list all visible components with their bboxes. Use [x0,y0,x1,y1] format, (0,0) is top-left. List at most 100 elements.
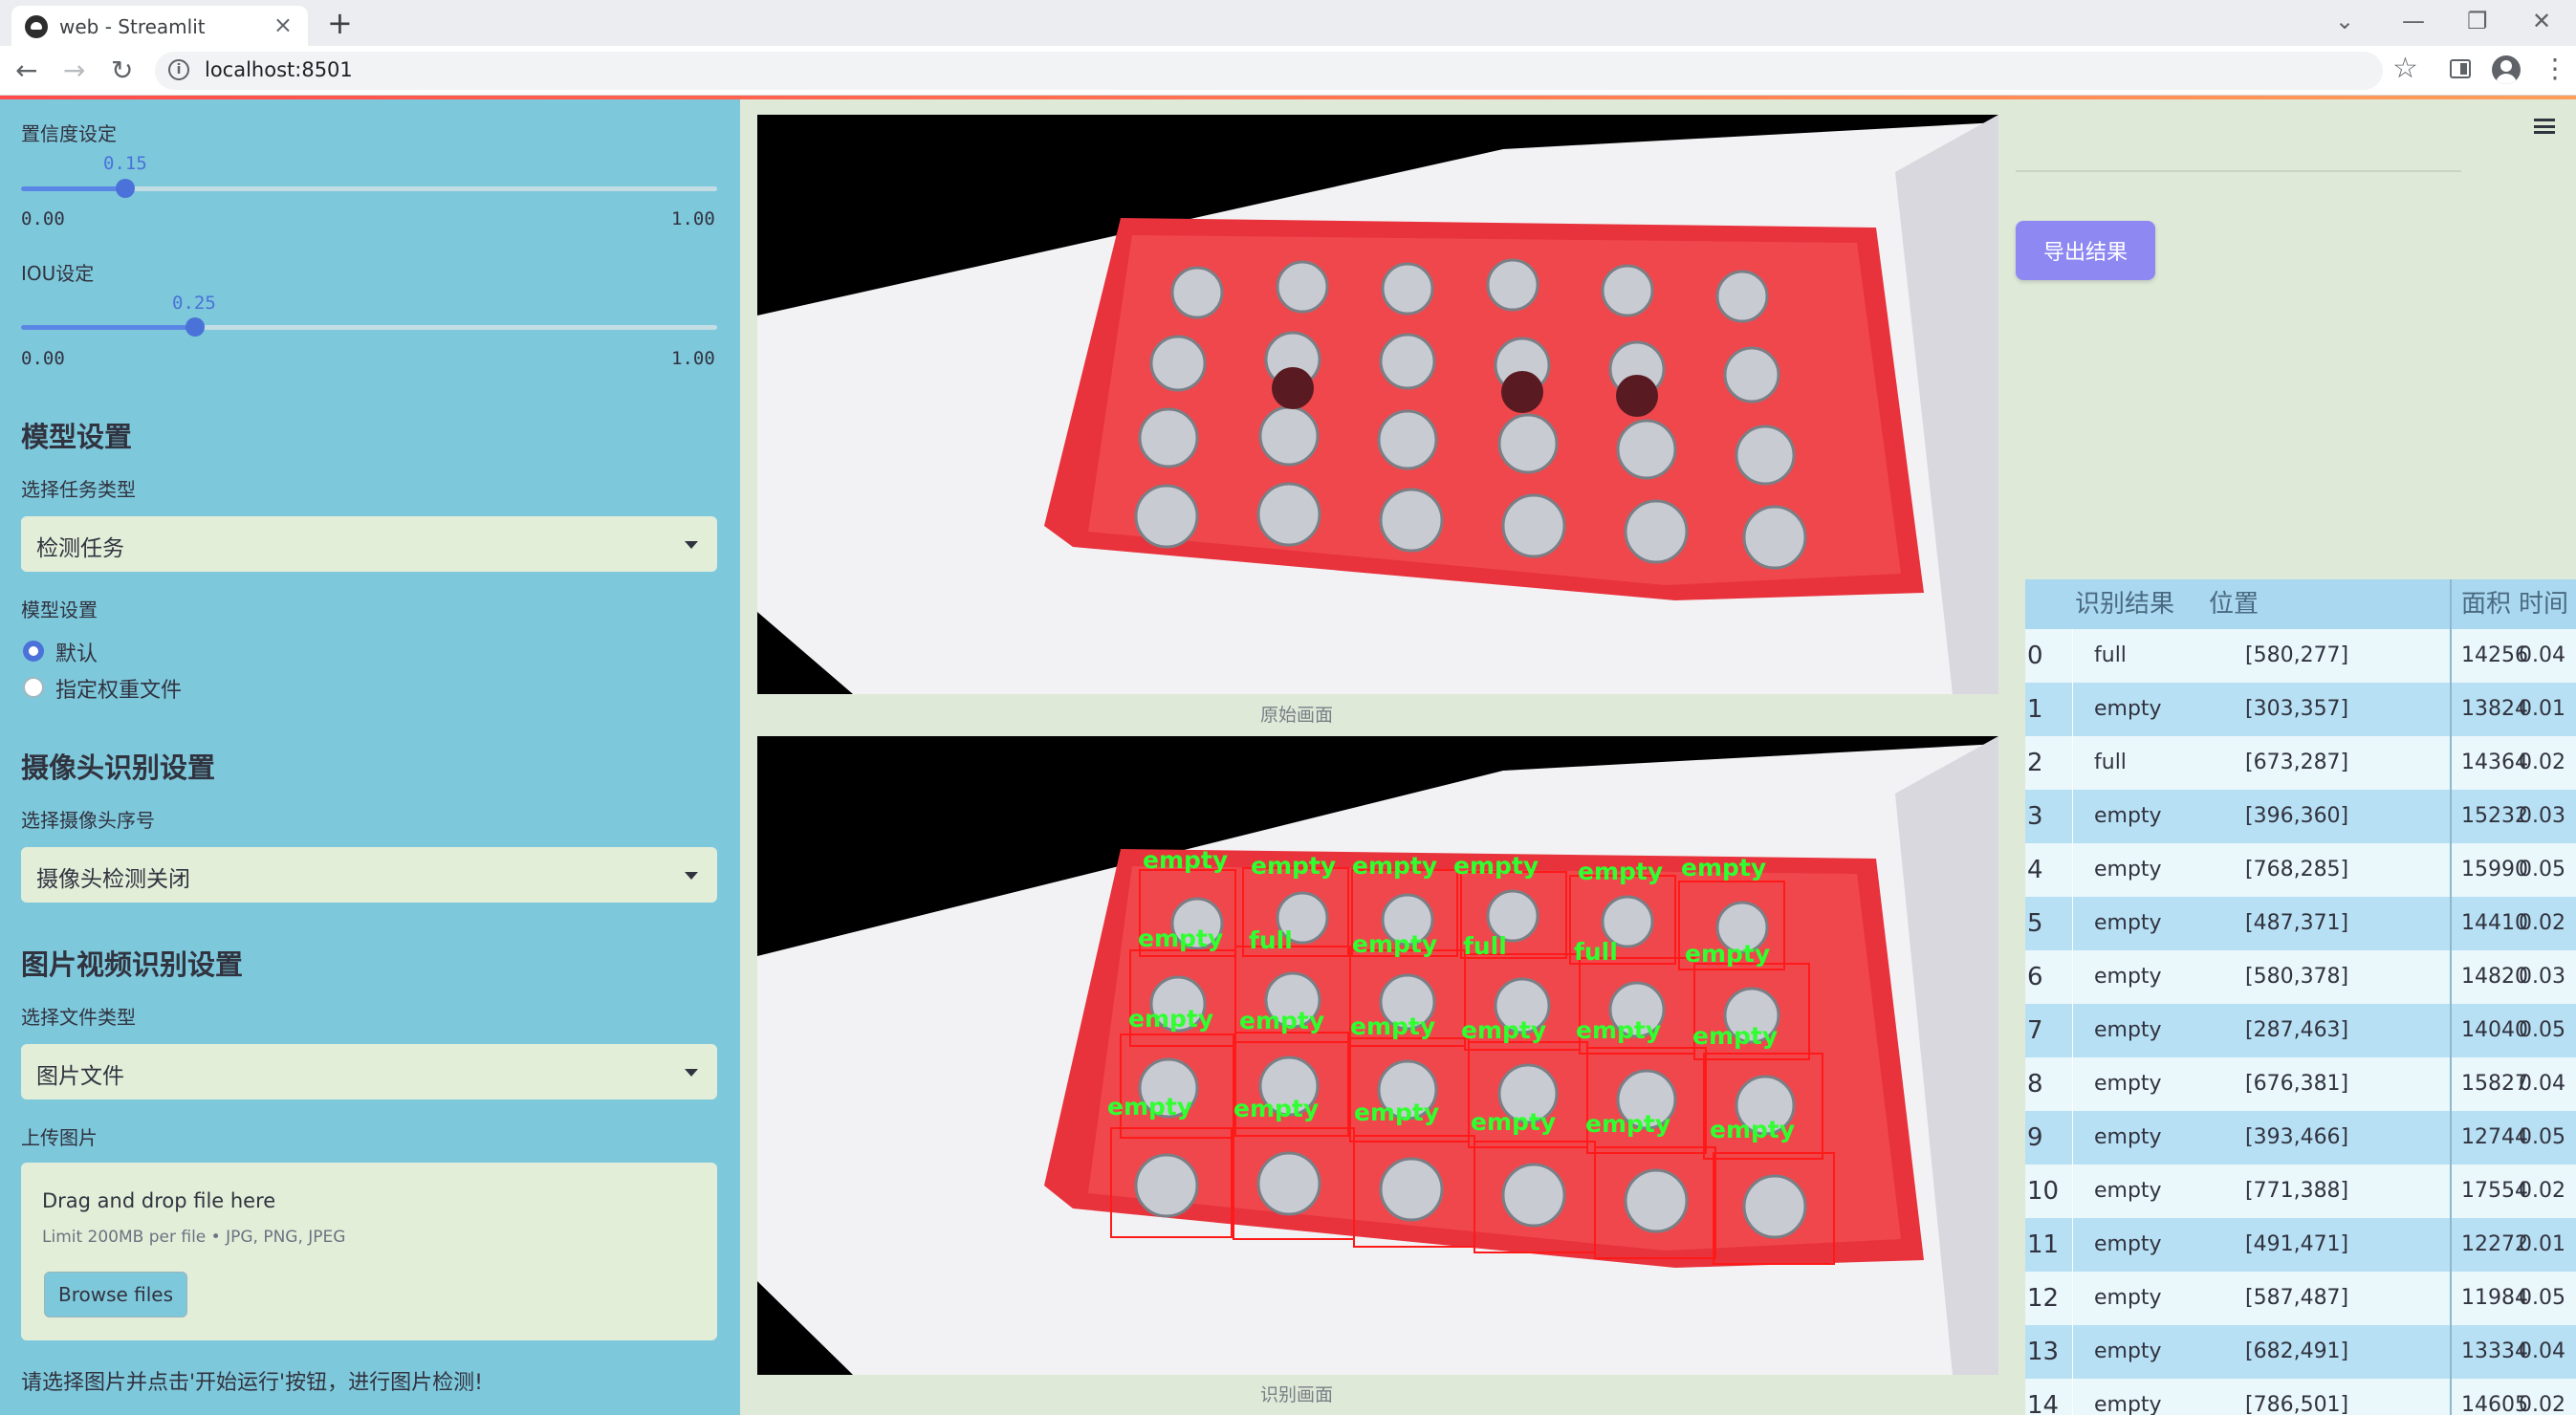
detection-label: empty [1692,1022,1778,1050]
table-row[interactable]: 1 empty [303,357] 13824 0.01 [2025,683,2576,736]
header-position[interactable]: 位置 [2209,579,2259,633]
forward-arrow-icon[interactable]: → [63,55,85,86]
table-row[interactable]: 10 empty [771,388] 17554 0.02 [2025,1165,2576,1218]
restore-icon[interactable]: ❐ [2467,8,2488,34]
upload-label: 上传图片 [21,1126,98,1149]
new-tab-icon[interactable]: + [327,6,353,40]
detection-label: empty [1710,1116,1795,1143]
detection-label: empty [1239,1007,1324,1034]
table-row[interactable]: 7 empty [287,463] 14040 0.05 [2025,1004,2576,1057]
table-row[interactable]: 5 empty [487,371] 14410 0.02 [2025,897,2576,950]
close-tab-icon[interactable]: × [273,11,293,38]
site-info-icon[interactable]: i [168,59,189,80]
address-bar[interactable]: i localhost:8501 [155,52,2383,90]
table-row[interactable]: 3 empty [396,360] 15232 0.03 [2025,790,2576,843]
task-type-select[interactable]: 检测任务 [21,516,717,572]
detection-label: full [1463,932,1507,960]
row-result: full [2094,643,2127,667]
row-index: 14 [2025,1379,2073,1415]
detection-label: empty [1352,852,1437,880]
iou-slider-thumb[interactable] [186,317,205,337]
row-result: full [2094,751,2127,774]
detection-label: empty [1578,858,1663,885]
tab-title: web - Streamlit [59,15,206,38]
media-settings-heading: 图片视频识别设置 [21,948,244,981]
bookmark-star-icon[interactable]: ☆ [2392,54,2418,84]
row-area: 15990 [2450,843,2528,897]
profile-avatar-icon[interactable] [2492,55,2521,84]
header-time[interactable]: 时间 [2519,579,2568,633]
export-results-button[interactable]: 导出结果 [2016,221,2155,280]
detection-label: empty [1143,846,1228,874]
crate-graphic [1044,218,1924,600]
original-photo-svg [757,115,1998,694]
hamburger-menu-icon[interactable] [2534,119,2555,134]
row-result: empty [2094,1232,2162,1256]
row-index: 1 [2025,683,2073,736]
confidence-slider-thumb[interactable] [116,179,136,198]
row-time: 0.02 [2519,911,2565,935]
row-result: empty [2094,965,2162,989]
row-area: 13824 [2450,683,2528,736]
row-result: empty [2094,858,2162,882]
back-arrow-icon[interactable]: ← [15,55,37,86]
dropzone-limit: Limit 200MB per file • JPG, PNG, JPEG [42,1228,346,1247]
row-position: [580,378] [2245,965,2349,989]
table-row[interactable]: 9 empty [393,466] 12744 0.05 [2025,1111,2576,1165]
row-time: 0.05 [2519,1125,2565,1149]
radio-default-label: 默认 [55,642,98,666]
browser-tab-bar: web - Streamlit × + ⌄ — ❐ ✕ [0,0,2576,46]
table-header-row: 识别结果 位置 面积 时间 [2025,579,2576,633]
row-position: [491,471] [2245,1232,2349,1256]
confidence-label: 置信度设定 [21,122,117,145]
table-row[interactable]: 11 empty [491,471] 12272 0.01 [2025,1218,2576,1272]
iou-value: 0.25 [172,293,216,314]
row-index: 3 [2025,790,2073,843]
tab-search-chevron-icon[interactable]: ⌄ [2335,8,2354,34]
detection-image-caption: 识别画面 [1260,1384,1334,1405]
radio-custom-label: 指定权重文件 [55,679,183,703]
minimize-icon[interactable]: — [2402,8,2425,34]
row-result: empty [2094,804,2162,828]
table-row[interactable]: 8 empty [676,381] 15827 0.04 [2025,1057,2576,1111]
reload-icon[interactable]: ↻ [111,55,133,86]
camera-select-value: 摄像头检测关闭 [36,867,190,892]
file-uploader-dropzone[interactable]: Drag and drop file here Limit 200MB per … [21,1163,717,1340]
confidence-slider[interactable] [21,179,717,198]
side-panel-icon[interactable] [2450,59,2471,78]
radio-checked-icon[interactable] [23,641,44,662]
row-position: [396,360] [2245,804,2349,828]
row-time: 0.04 [2519,1339,2565,1363]
table-row[interactable]: 14 empty [786,501] 14605 0.02 [2025,1379,2576,1415]
streamlit-favicon-icon [25,15,48,38]
detection-photo-svg: empty empty empty empty empty empty empt… [757,736,1998,1375]
radio-unchecked-icon[interactable] [23,677,44,698]
file-type-label: 选择文件类型 [21,1006,136,1029]
row-area: 15232 [2450,790,2528,843]
camera-select[interactable]: 摄像头检测关闭 [21,847,717,903]
file-type-value: 图片文件 [36,1064,124,1089]
row-time: 0.04 [2519,643,2565,667]
table-row[interactable]: 6 empty [580,378] 14820 0.03 [2025,950,2576,1004]
table-row[interactable]: 2 full [673,287] 14364 0.02 [2025,736,2576,790]
detection-label: empty [1107,1093,1192,1121]
iou-slider[interactable] [21,317,717,337]
row-area: 12744 [2450,1111,2528,1165]
detection-label: full [1249,926,1293,954]
results-table[interactable]: 识别结果 位置 面积 时间 0 full [580,277] 14256 0.04 1 em… [2025,579,2576,1415]
row-index: 7 [2025,1004,2073,1057]
table-row[interactable]: 0 full [580,277] 14256 0.04 [2025,629,2576,683]
table-row[interactable]: 13 empty [682,491] 13334 0.04 [2025,1325,2576,1379]
table-row[interactable]: 4 empty [768,285] 15990 0.05 [2025,843,2576,897]
row-area: 17554 [2450,1165,2528,1218]
header-area[interactable]: 面积 [2450,579,2511,633]
browser-menu-icon[interactable]: ⋮ [2542,54,2568,84]
browser-tab[interactable]: web - Streamlit × [11,6,308,46]
file-type-select[interactable]: 图片文件 [21,1044,717,1099]
table-row[interactable]: 12 empty [587,487] 11984 0.05 [2025,1272,2576,1325]
detection-label: empty [1585,1110,1670,1138]
row-area: 15827 [2450,1057,2528,1111]
browse-files-button[interactable]: Browse files [44,1272,187,1317]
header-result[interactable]: 识别结果 [2075,579,2174,633]
close-window-icon[interactable]: ✕ [2532,8,2551,34]
